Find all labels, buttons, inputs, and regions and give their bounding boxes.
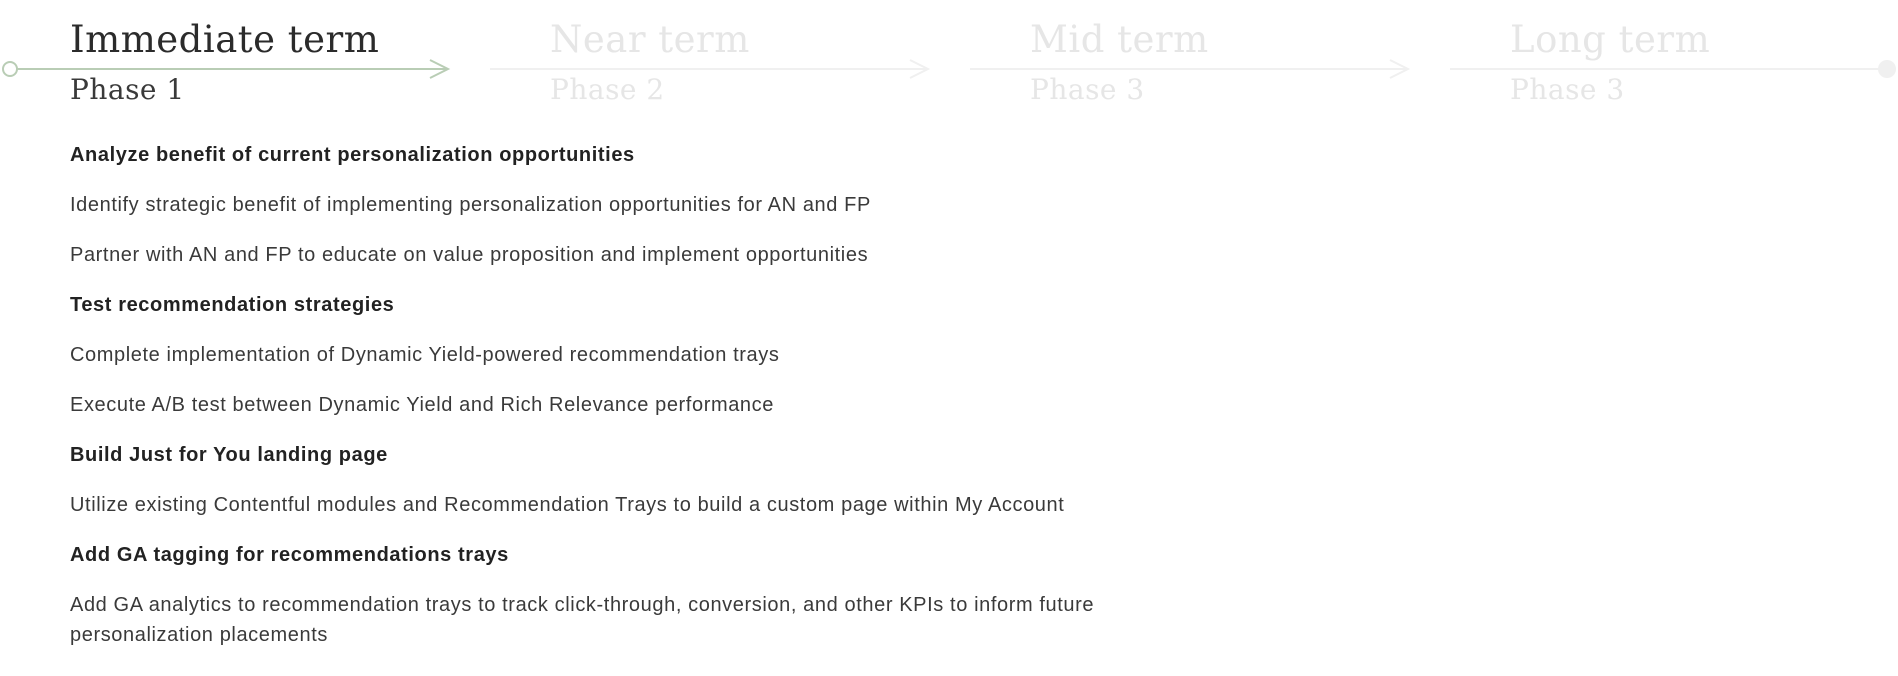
phase-title: Mid term bbox=[1030, 18, 1209, 61]
initiative-heading: Test recommendation strategies bbox=[70, 294, 395, 316]
phase-subtitle: Phase 2 bbox=[550, 73, 665, 106]
phase-title: Immediate term bbox=[70, 18, 380, 61]
initiative-heading: Analyze benefit of current personalizati… bbox=[70, 144, 635, 166]
timeline-end-node bbox=[1878, 60, 1896, 78]
phase-title: Long term bbox=[1510, 18, 1711, 61]
phase-details: Analyze benefit of current personalizati… bbox=[70, 140, 1110, 670]
timeline-start-node bbox=[2, 61, 18, 77]
phase-timeline: Immediate term Phase 1 Near term Phase 2… bbox=[0, 0, 1898, 130]
initiative-task: Complete implementation of Dynamic Yield… bbox=[70, 344, 780, 366]
roadmap-page: Immediate term Phase 1 Near term Phase 2… bbox=[0, 0, 1898, 676]
phase-subtitle: Phase 3 bbox=[1030, 73, 1145, 106]
phase-mid-term[interactable]: Mid term Phase 3 bbox=[1030, 14, 1209, 110]
phase-near-term[interactable]: Near term Phase 2 bbox=[550, 14, 750, 110]
phase-long-term[interactable]: Long term Phase 3 bbox=[1510, 14, 1710, 110]
phase-title: Near term bbox=[550, 18, 750, 61]
initiative-heading: Build Just for You landing page bbox=[70, 444, 388, 466]
phase-subtitle: Phase 1 bbox=[70, 73, 185, 106]
initiative-heading: Add GA tagging for recommendations trays bbox=[70, 544, 509, 566]
initiative-task: Identify strategic benefit of implementi… bbox=[70, 194, 871, 216]
initiative-task: Utilize existing Contentful modules and … bbox=[70, 494, 1065, 516]
initiative-task: Execute A/B test between Dynamic Yield a… bbox=[70, 394, 774, 416]
phase-immediate-term[interactable]: Immediate term Phase 1 bbox=[70, 14, 379, 110]
initiative-task: Add GA analytics to recommendation trays… bbox=[70, 594, 1095, 646]
initiative-task: Partner with AN and FP to educate on val… bbox=[70, 244, 869, 266]
phase-subtitle: Phase 3 bbox=[1510, 73, 1625, 106]
